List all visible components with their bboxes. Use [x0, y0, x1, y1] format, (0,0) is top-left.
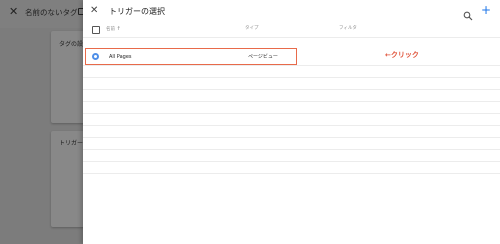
trigger-card-label: トリガー — [59, 140, 84, 147]
divider — [83, 101, 500, 102]
trigger-type: ページビュー — [248, 54, 278, 60]
trigger-name: All Pages — [109, 54, 132, 60]
panel-title: トリガーの選択 — [109, 7, 165, 16]
divider — [83, 161, 500, 162]
add-trigger-button[interactable]: + — [481, 3, 491, 17]
close-icon[interactable]: ✕ — [90, 6, 98, 16]
select-all-checkbox[interactable] — [92, 26, 100, 34]
divider — [83, 149, 500, 150]
divider — [83, 125, 500, 126]
column-header-row: 名前 ↑ タイプ フィルタ — [83, 23, 500, 37]
click-annotation: ←クリック — [385, 51, 419, 59]
column-name-label: 名前 — [106, 27, 115, 32]
divider — [83, 65, 500, 66]
divider — [83, 37, 500, 38]
search-icon-glyph — [463, 11, 473, 21]
sort-arrow-icon[interactable]: ↑ — [116, 26, 120, 32]
column-type: タイプ — [245, 26, 259, 31]
trigger-row-all-pages[interactable]: All Pages ページビュー — [85, 48, 297, 65]
divider — [83, 113, 500, 114]
trigger-select-panel: ✕ トリガーの選択 + 名前 ↑ タイプ フィルタ All Pages ページビ… — [83, 0, 500, 244]
search-icon[interactable] — [463, 6, 475, 21]
divider — [83, 137, 500, 138]
pageview-icon — [92, 53, 99, 60]
tag-name-title: 名前のないタグ — [25, 8, 78, 17]
divider — [83, 173, 500, 174]
divider — [83, 77, 500, 78]
divider — [83, 89, 500, 90]
column-filter: フィルタ — [339, 26, 357, 31]
close-icon[interactable]: ✕ — [9, 6, 18, 18]
column-name[interactable]: 名前 ↑ — [106, 26, 121, 33]
